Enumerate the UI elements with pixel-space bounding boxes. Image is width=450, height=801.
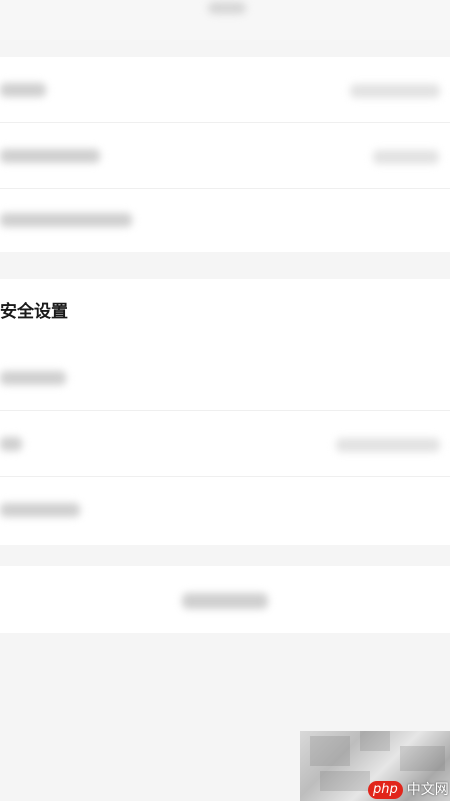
logo-php-badge: php bbox=[368, 781, 403, 799]
security-settings-group: 安全设置 bbox=[0, 279, 450, 545]
settings-row[interactable] bbox=[0, 411, 450, 477]
settings-row[interactable] bbox=[0, 477, 450, 543]
settings-group-1 bbox=[0, 57, 450, 252]
page-title-blurred bbox=[208, 2, 246, 14]
security-section-header: 安全设置 bbox=[0, 279, 450, 343]
row-value-blurred bbox=[350, 84, 440, 98]
top-bar bbox=[0, 0, 450, 40]
action-button-blurred[interactable] bbox=[182, 593, 268, 609]
settings-row[interactable] bbox=[0, 345, 450, 411]
settings-row[interactable] bbox=[0, 57, 450, 123]
settings-row[interactable] bbox=[0, 189, 450, 255]
section-title: 安全设置 bbox=[0, 302, 68, 322]
row-label-blurred bbox=[0, 437, 22, 451]
settings-row[interactable] bbox=[0, 123, 450, 189]
row-label-blurred bbox=[0, 213, 132, 227]
logo-site-text: 中文网 bbox=[406, 782, 449, 798]
row-label-blurred bbox=[0, 371, 66, 385]
site-logo: php 中文网 bbox=[368, 781, 449, 799]
row-label-blurred bbox=[0, 83, 46, 97]
row-label-blurred bbox=[0, 503, 80, 517]
row-label-blurred bbox=[0, 149, 100, 163]
action-card[interactable] bbox=[0, 566, 450, 633]
row-value-blurred bbox=[336, 438, 440, 452]
row-value-blurred bbox=[373, 150, 439, 164]
